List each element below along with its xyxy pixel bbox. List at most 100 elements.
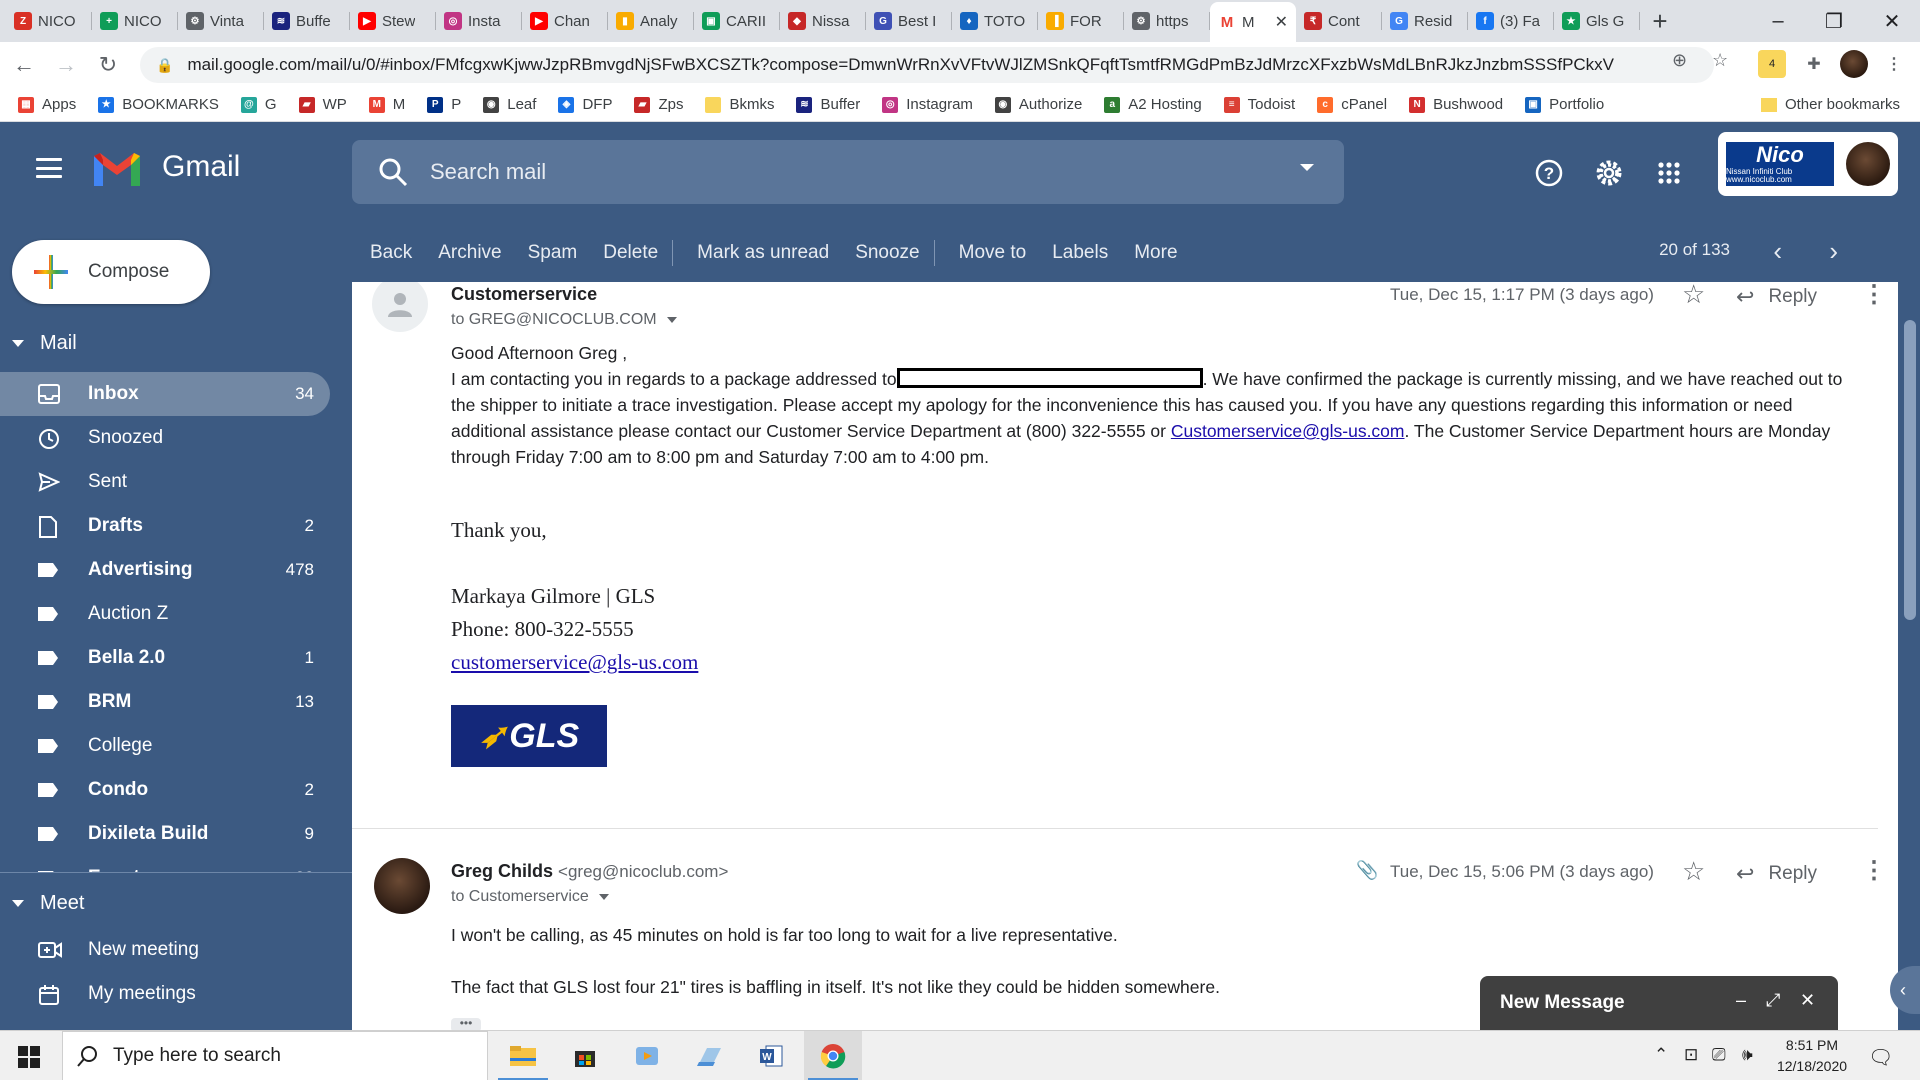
- url-text[interactable]: mail.google.com/mail/u/0/#inbox/FMfcgxwK…: [187, 55, 1627, 75]
- account-avatar[interactable]: [1846, 142, 1890, 186]
- settings-gear-icon[interactable]: [1592, 156, 1626, 190]
- browser-tab[interactable]: ⚙ https: [1124, 0, 1210, 42]
- browser-tab[interactable]: Z NICO: [6, 0, 92, 42]
- network-icon[interactable]: ⎚: [1712, 1045, 1726, 1065]
- notifications-icon[interactable]: 🗨: [1868, 1045, 1893, 1070]
- search-input[interactable]: [430, 159, 1230, 185]
- search-icon[interactable]: [378, 157, 408, 187]
- compose-button[interactable]: Compose: [12, 240, 210, 304]
- email-link[interactable]: Customerservice@gls-us.com: [1171, 421, 1405, 441]
- spam-button[interactable]: Spam: [528, 242, 578, 264]
- sidebar-item-snoozed[interactable]: Snoozed: [0, 416, 330, 460]
- taskbar-search[interactable]: Type here to search: [62, 1031, 488, 1080]
- sidebar-item-condo[interactable]: Condo 2: [0, 768, 330, 812]
- recipient-details[interactable]: to Customerservice: [451, 888, 609, 906]
- browser-tab[interactable]: ≋ Buffe: [264, 0, 350, 42]
- close-icon[interactable]: ✕: [1800, 990, 1815, 1011]
- browser-tab[interactable]: ♦ TOTO: [952, 0, 1038, 42]
- browser-tab[interactable]: G Resid: [1382, 0, 1468, 42]
- bookmark-item[interactable]: ★ BOOKMARKS: [98, 96, 219, 113]
- sidebar-item-sent[interactable]: Sent: [0, 460, 330, 504]
- media-player-icon[interactable]: [618, 1031, 676, 1080]
- profile-avatar[interactable]: [1840, 50, 1868, 78]
- bookmark-item[interactable]: @ G: [240, 96, 277, 113]
- sidebar-item-bella-2-0[interactable]: Bella 2.0 1: [0, 636, 330, 680]
- back-arrow-icon[interactable]: ←: [6, 47, 42, 83]
- other-bookmarks[interactable]: Other bookmarks: [1760, 96, 1900, 113]
- search-options-icon[interactable]: [1300, 164, 1314, 171]
- bookmark-item[interactable]: N Bushwood: [1409, 96, 1503, 113]
- gmail-logo-icon[interactable]: [92, 150, 142, 188]
- browser-tab[interactable]: ₹ Cont: [1296, 0, 1382, 42]
- sender-avatar[interactable]: [374, 858, 430, 914]
- details-dropdown-icon[interactable]: [666, 317, 677, 323]
- file-explorer-icon[interactable]: [494, 1031, 552, 1080]
- meet-item-my-meetings[interactable]: My meetings: [0, 972, 330, 1016]
- bookmark-item[interactable]: ◎ Instagram: [882, 96, 973, 113]
- zoom-icon[interactable]: ⊕: [1672, 50, 1687, 71]
- scanner-app-icon[interactable]: [680, 1031, 738, 1080]
- browser-tab[interactable]: ▐ FOR: [1038, 0, 1124, 42]
- browser-tab[interactable]: ▣ CARII: [694, 0, 780, 42]
- close-window-button[interactable]: ✕: [1864, 0, 1920, 42]
- sender-name[interactable]: Greg Childs <greg@nicoclub.com>: [451, 861, 728, 882]
- maximize-window-button[interactable]: ❐: [1806, 0, 1862, 42]
- reload-icon[interactable]: ↻: [90, 47, 126, 83]
- newer-chevron-icon[interactable]: ›: [1829, 236, 1838, 267]
- bookmark-item[interactable]: ◉ Authorize: [994, 96, 1082, 113]
- recipient-details[interactable]: to GREG@NICOCLUB.COM: [451, 311, 677, 329]
- browser-tab[interactable]: ▮ Analy: [608, 0, 694, 42]
- main-menu-icon[interactable]: [36, 158, 62, 178]
- fullscreen-icon[interactable]: ⤢: [1766, 990, 1780, 1011]
- bookmark-star-icon[interactable]: ☆: [1712, 50, 1728, 71]
- bookmark-item[interactable]: ▰ WP: [298, 96, 347, 113]
- bookmark-item[interactable]: a A2 Hosting: [1104, 96, 1202, 113]
- bookmark-item[interactable]: Bkmks: [705, 96, 774, 113]
- apps-grid-icon[interactable]: [1652, 156, 1686, 190]
- new-message-window[interactable]: New Message – ⤢ ✕: [1480, 976, 1838, 1030]
- bookmark-item[interactable]: ▰ Zps: [634, 96, 683, 113]
- new-message-title[interactable]: New Message: [1500, 992, 1625, 1014]
- browser-tab[interactable]: + NICO: [92, 0, 178, 42]
- sidebar-item-drafts[interactable]: Drafts 2: [0, 504, 330, 548]
- bookmark-item[interactable]: ▣ Portfolio: [1525, 96, 1604, 113]
- delete-button[interactable]: Delete: [603, 242, 658, 264]
- browser-tab[interactable]: ▶ Stew: [350, 0, 436, 42]
- message-more-icon[interactable]: ⋮: [1862, 856, 1886, 885]
- bookmark-item[interactable]: c cPanel: [1317, 96, 1387, 113]
- bookmark-item[interactable]: ≋ Buffer: [796, 96, 860, 113]
- details-dropdown-icon[interactable]: [598, 894, 609, 900]
- extension-icon[interactable]: 4: [1758, 50, 1786, 78]
- bookmark-item[interactable]: MM: [368, 96, 405, 113]
- scrollbar-thumb[interactable]: [1904, 320, 1916, 620]
- windows-start-icon[interactable]: [18, 1046, 40, 1068]
- move-to-button[interactable]: Move to: [959, 242, 1027, 264]
- system-clock[interactable]: 8:51 PM 12/18/2020: [1772, 1035, 1852, 1077]
- close-tab-icon[interactable]: ✕: [1275, 12, 1288, 32]
- meet-item-new-meeting[interactable]: New meeting: [0, 928, 330, 972]
- account-switcher[interactable]: Nico Nissan Infiniti Club www.nicoclub.c…: [1718, 132, 1898, 196]
- signature-email-link[interactable]: customerservice@gls-us.com: [451, 650, 698, 674]
- meet-section-header[interactable]: Meet: [0, 884, 352, 922]
- sender-avatar[interactable]: [372, 282, 428, 332]
- menu-dots-icon[interactable]: ⋮: [1880, 50, 1908, 78]
- chrome-icon[interactable]: [804, 1031, 862, 1080]
- store-icon[interactable]: [556, 1031, 614, 1080]
- meet-now-icon[interactable]: ⊡: [1684, 1045, 1698, 1065]
- bookmark-item[interactable]: ≡ Todoist: [1223, 96, 1295, 113]
- minimize-icon[interactable]: –: [1736, 990, 1746, 1011]
- gmail-wordmark[interactable]: Gmail: [162, 150, 240, 184]
- sidebar-item-brm[interactable]: BRM 13: [0, 680, 330, 724]
- show-trimmed-content-button[interactable]: •••: [451, 1017, 481, 1030]
- bookmark-item[interactable]: ▦ Apps: [18, 96, 76, 113]
- labels-button[interactable]: Labels: [1052, 242, 1108, 264]
- address-bar[interactable]: 🔒 mail.google.com/mail/u/0/#inbox/FMfcgx…: [140, 47, 1714, 83]
- sidebar-item-advertising[interactable]: Advertising 478: [0, 548, 330, 592]
- browser-tab[interactable]: ★ Gls G: [1554, 0, 1640, 42]
- new-tab-button[interactable]: +: [1640, 0, 1680, 42]
- browser-tab[interactable]: ▶ Chan: [522, 0, 608, 42]
- reply-button[interactable]: ↩ Reply: [1736, 861, 1817, 887]
- sidebar-item-college[interactable]: College: [0, 724, 330, 768]
- mail-section-header[interactable]: Mail: [0, 324, 352, 362]
- older-chevron-icon[interactable]: ‹: [1773, 236, 1782, 267]
